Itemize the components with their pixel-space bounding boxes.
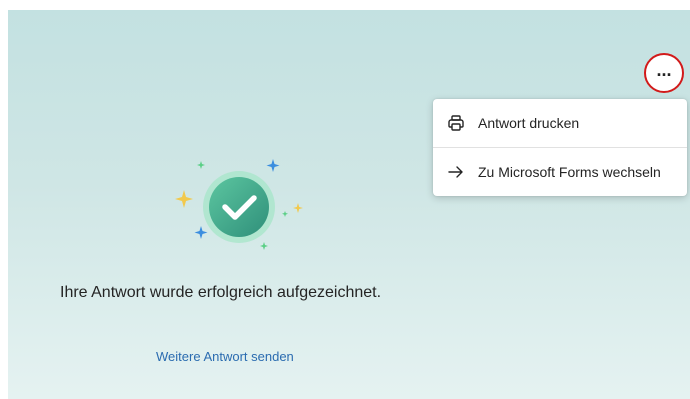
sparkle-icon	[194, 226, 208, 239]
success-illustration	[160, 145, 320, 275]
menu-item-open-microsoft-forms[interactable]: Zu Microsoft Forms wechseln	[433, 148, 687, 196]
printer-icon	[446, 113, 466, 133]
sparkle-icon	[260, 242, 268, 250]
checkmark-circle-icon	[209, 177, 269, 237]
more-options-icon: ...	[656, 59, 672, 80]
confirmation-message: Ihre Antwort wurde erfolgreich aufgezeic…	[60, 284, 382, 301]
sparkle-icon	[197, 161, 205, 169]
arrow-right-icon	[446, 162, 466, 182]
sparkle-icon	[175, 190, 193, 208]
menu-item-print-response[interactable]: Antwort drucken	[433, 99, 687, 147]
submit-another-response-link[interactable]: Weitere Antwort senden	[156, 349, 294, 364]
menu-item-label: Antwort drucken	[478, 115, 580, 131]
sparkle-icon	[293, 203, 303, 213]
sparkle-icon	[282, 211, 288, 217]
sparkle-icon	[266, 159, 280, 172]
context-menu: Antwort drucken Zu Microsoft Forms wechs…	[433, 99, 687, 196]
menu-item-label: Zu Microsoft Forms wechseln	[478, 164, 661, 180]
page-background	[8, 10, 690, 399]
more-options-button[interactable]: ...	[644, 53, 684, 93]
